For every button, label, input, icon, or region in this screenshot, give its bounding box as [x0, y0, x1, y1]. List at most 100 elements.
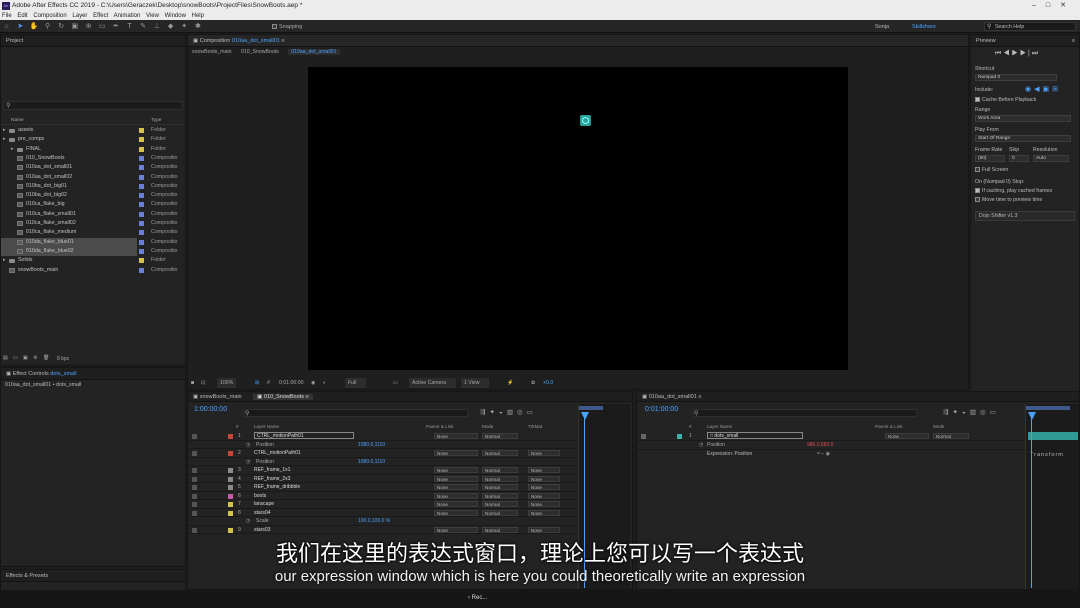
home-icon[interactable]: ⌂ — [2, 22, 11, 31]
visibility-icon[interactable] — [192, 485, 197, 490]
composition-viewer[interactable] — [308, 67, 848, 370]
label-color[interactable] — [228, 502, 233, 507]
snapshot-icon[interactable]: ◙ — [191, 378, 194, 388]
stopwatch-icon[interactable]: ◷ — [246, 517, 250, 526]
pan-behind-tool-icon[interactable]: ⊕ — [84, 22, 93, 31]
resolution-select[interactable]: Auto — [1033, 155, 1069, 162]
layer-name[interactable]: boots — [254, 492, 266, 501]
menu-file[interactable]: File — [2, 13, 12, 19]
pen-tool-icon[interactable]: ✒ — [111, 22, 120, 31]
graph-editor-icon[interactable]: ▭ — [990, 409, 1000, 416]
label-color[interactable] — [139, 155, 144, 161]
rotate-tool-icon[interactable]: ↻ — [57, 22, 66, 31]
stopwatch-icon[interactable]: ◷ — [246, 458, 250, 467]
mode-select[interactable]: Normal — [482, 501, 518, 507]
new-composition-icon[interactable]: ▣ — [23, 355, 28, 361]
type-tool-icon[interactable]: T — [125, 22, 134, 31]
delete-icon[interactable]: 🗑 — [43, 355, 49, 361]
bpc-label[interactable]: 8 bpc — [57, 356, 69, 362]
snapping-toggle[interactable]: Snapping — [272, 24, 302, 30]
project-item[interactable]: 010ca_flake_big Compositio — [1, 200, 178, 209]
parent-select[interactable]: None — [434, 475, 478, 482]
layer-name[interactable]: CTRL_motionPath01 — [254, 449, 301, 458]
graph-editor-icon[interactable]: ▭ — [527, 409, 537, 416]
project-search-input[interactable]: ⚲ — [3, 101, 183, 110]
video-include-icon[interactable]: ◉ — [1025, 86, 1034, 93]
layer-name[interactable]: CTRL_motionPath01 — [254, 432, 354, 439]
label-color[interactable] — [139, 128, 144, 133]
breadcrumb-010aa-dot-small01[interactable]: 010aa_dot_small01 — [288, 49, 340, 55]
project-item[interactable]: pre_comps Folder — [1, 135, 166, 144]
stopwatch-icon[interactable]: ◷ — [699, 441, 703, 450]
move-time-checkbox[interactable]: Move time to preview time — [975, 197, 1042, 203]
timeline-layer-row[interactable]: 1 CTRL_motionPath01 None Normal — [188, 432, 626, 441]
label-color[interactable] — [139, 239, 144, 245]
label-color[interactable] — [139, 202, 144, 208]
parent-select[interactable]: None — [434, 467, 478, 473]
property-value[interactable]: 1080.0,1110 — [358, 458, 385, 467]
project-item[interactable]: snowBoots_main Compositio — [1, 266, 178, 275]
region-of-interest-icon[interactable]: ▭ — [393, 378, 398, 388]
menu-edit[interactable]: Edit — [17, 13, 27, 19]
layer-name-column-header[interactable]: Layer Name — [254, 424, 279, 429]
window-controls[interactable]: –□✕ — [1032, 0, 1076, 12]
clone-tool-icon[interactable]: ⊥ — [152, 22, 161, 31]
selection-tool-icon[interactable]: ➤ — [16, 22, 25, 31]
label-color[interactable] — [139, 137, 144, 143]
stopwatch-icon[interactable]: ◷ — [246, 441, 250, 450]
previous-frame-icon[interactable]: ◀ — [1003, 50, 1011, 57]
timeline-timecode[interactable]: 1:00:00:00 — [194, 406, 227, 413]
timeline-layer-row[interactable]: 7 lanscape None Normal None — [188, 500, 626, 509]
label-color[interactable] — [139, 211, 144, 217]
mode-select[interactable]: Normal — [482, 509, 518, 516]
mode-select[interactable]: Normal — [933, 433, 969, 439]
exposure-value[interactable]: +0.0 — [543, 378, 553, 388]
menu-animation[interactable]: Animation — [114, 13, 141, 19]
resolution-select[interactable]: Full — [345, 378, 367, 388]
visibility-icon[interactable] — [192, 502, 197, 507]
timeline-dot-timecode[interactable]: 0:01:00:00 — [645, 406, 678, 413]
timeline-layer-row[interactable]: 8 stars04 None Normal None — [188, 508, 626, 517]
last-frame-icon[interactable]: ⏭ — [1032, 50, 1040, 57]
label-color[interactable] — [228, 493, 233, 499]
timeline-search-input[interactable]: ⚲ — [244, 409, 468, 417]
playhead[interactable] — [581, 412, 589, 420]
mode-column-header[interactable]: Mode — [482, 424, 494, 429]
timeline-property-row[interactable]: ◷ Position 1080.0,1110 — [188, 441, 578, 450]
property-value[interactable]: 1080.0,1110 — [358, 441, 385, 450]
frame-blending-icon[interactable]: ▥ — [507, 409, 517, 416]
expand-arrow-icon[interactable]: ▸ — [11, 146, 14, 152]
audio-include-icon[interactable]: ◀ — [1034, 86, 1042, 93]
project-item[interactable]: 010da_flake_blue01 Compositio — [1, 237, 178, 247]
layer-name[interactable]: lanscape — [254, 500, 274, 509]
visibility-icon[interactable] — [192, 451, 197, 456]
visibility-icon[interactable] — [192, 468, 197, 473]
mode-select[interactable]: Normal — [482, 450, 518, 456]
shy-icon[interactable]: ◒ — [962, 409, 970, 416]
label-color[interactable] — [228, 451, 233, 456]
project-item[interactable]: 010ba_dot_big02 Compositio — [1, 191, 178, 200]
expand-arrow-icon[interactable]: ▸ — [3, 257, 6, 263]
frame-blending-icon[interactable]: ▥ — [970, 409, 980, 416]
cache-before-playback-checkbox[interactable]: Cache Before Playback — [975, 97, 1036, 103]
project-item[interactable]: 010ca_flake_medium Compositio — [1, 228, 178, 237]
breadcrumb-snowboots-main[interactable]: snowBoots_main — [192, 49, 232, 55]
project-item[interactable]: 010ba_dot_big01 Compositio — [1, 182, 178, 191]
parent-select[interactable]: None — [434, 501, 478, 507]
label-color[interactable] — [139, 165, 144, 171]
visibility-icon[interactable] — [641, 434, 646, 439]
position-value[interactable]: 986.0,582.0 — [807, 441, 833, 450]
frame-rate-select[interactable]: (60) — [975, 155, 1005, 162]
timeline-tab-010-snowboots[interactable]: ▣ 010_SnowBoots ≡ — [253, 394, 313, 400]
safe-zones-icon[interactable]: ⊞ — [255, 378, 259, 388]
timeline-layer-row[interactable]: 6 boots None Normal None — [188, 491, 626, 501]
layer-name[interactable]: REF_frame_dribbble — [254, 483, 300, 492]
menu-effect[interactable]: Effect — [93, 13, 108, 19]
label-color[interactable] — [228, 510, 233, 516]
timeline-layer-row[interactable]: 2 CTRL_motionPath01 None Normal None — [188, 449, 626, 458]
label-color[interactable] — [139, 258, 144, 264]
layer-name[interactable]: stars03 — [254, 526, 270, 535]
project-item[interactable]: assets Folder — [1, 126, 166, 135]
label-color[interactable] — [228, 468, 233, 473]
mode-select[interactable]: Normal — [482, 433, 518, 439]
